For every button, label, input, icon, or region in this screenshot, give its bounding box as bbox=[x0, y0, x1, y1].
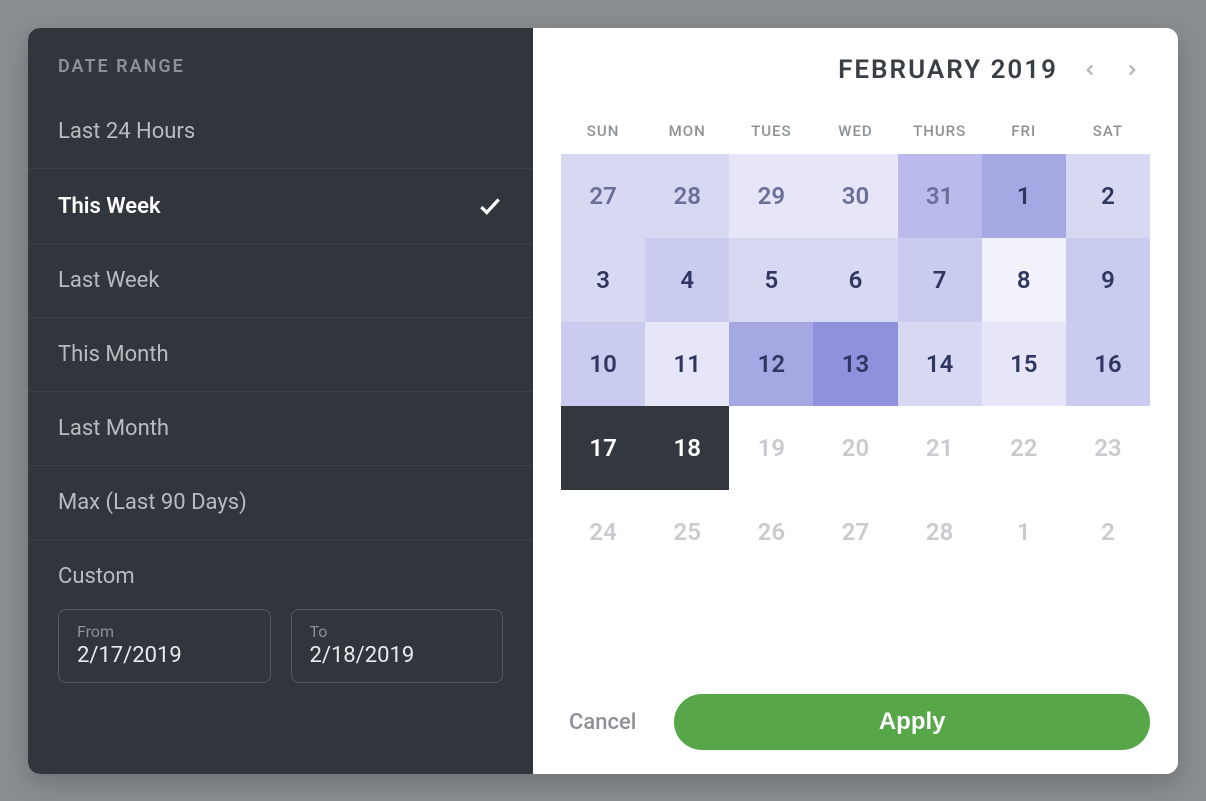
range-item-label: This Week bbox=[58, 194, 161, 219]
calendar-day[interactable]: 4 bbox=[645, 238, 729, 322]
calendar-day[interactable]: 12 bbox=[729, 322, 813, 406]
date-range-dialog: DATE RANGE Last 24 Hours This Week Last We… bbox=[28, 28, 1178, 774]
chevron-left-icon bbox=[1081, 61, 1099, 79]
range-item-label: Last Week bbox=[58, 268, 160, 293]
calendar-day: 19 bbox=[729, 406, 813, 490]
custom-inputs: From 2/17/2019 To 2/18/2019 bbox=[58, 609, 503, 683]
calendar-day: 20 bbox=[813, 406, 897, 490]
range-item-label: Last Month bbox=[58, 416, 169, 441]
from-value: 2/17/2019 bbox=[77, 643, 252, 668]
prev-month-button[interactable] bbox=[1072, 52, 1108, 88]
calendar-day[interactable]: 5 bbox=[729, 238, 813, 322]
calendar-day: 24 bbox=[561, 490, 645, 574]
next-month-button[interactable] bbox=[1114, 52, 1150, 88]
calendar-panel: FEBRUARY 2019 SUNMONTUESWEDTHURSFRISAT 2… bbox=[533, 28, 1178, 774]
calendar-day[interactable]: 3 bbox=[561, 238, 645, 322]
sidebar-title: DATE RANGE bbox=[28, 28, 533, 95]
calendar-title: FEBRUARY 2019 bbox=[838, 55, 1058, 85]
calendar-day: 1 bbox=[982, 490, 1066, 574]
from-label: From bbox=[77, 622, 252, 641]
check-icon bbox=[477, 193, 503, 219]
custom-block: Custom From 2/17/2019 To 2/18/2019 bbox=[28, 540, 533, 707]
range-item[interactable]: Last 24 Hours bbox=[28, 95, 533, 169]
calendar-day[interactable]: 16 bbox=[1066, 322, 1150, 406]
calendar-day[interactable]: 29 bbox=[729, 154, 813, 238]
calendar-day[interactable]: 17 bbox=[561, 406, 645, 490]
day-of-week-label: FRI bbox=[982, 122, 1066, 140]
calendar-day: 27 bbox=[813, 490, 897, 574]
calendar-day: 26 bbox=[729, 490, 813, 574]
chevron-right-icon bbox=[1123, 61, 1141, 79]
calendar-day[interactable]: 13 bbox=[813, 322, 897, 406]
calendar-day: 23 bbox=[1066, 406, 1150, 490]
range-item[interactable]: This Week bbox=[28, 169, 533, 244]
cancel-button[interactable]: Cancel bbox=[561, 710, 644, 735]
calendar-day[interactable]: 11 bbox=[645, 322, 729, 406]
calendar-day[interactable]: 8 bbox=[982, 238, 1066, 322]
calendar-day[interactable]: 31 bbox=[898, 154, 982, 238]
to-value: 2/18/2019 bbox=[310, 643, 485, 668]
calendar-day[interactable]: 2 bbox=[1066, 154, 1150, 238]
day-of-week-label: MON bbox=[645, 122, 729, 140]
day-of-week-label: THURS bbox=[898, 122, 982, 140]
to-label: To bbox=[310, 622, 485, 641]
calendar-day[interactable]: 30 bbox=[813, 154, 897, 238]
range-item[interactable]: Last Month bbox=[28, 392, 533, 466]
calendar-day[interactable]: 28 bbox=[645, 154, 729, 238]
calendar-day[interactable]: 1 bbox=[982, 154, 1066, 238]
day-of-week-label: TUES bbox=[729, 122, 813, 140]
calendar-day[interactable]: 15 bbox=[982, 322, 1066, 406]
calendar-day: 25 bbox=[645, 490, 729, 574]
range-item[interactable]: This Month bbox=[28, 318, 533, 392]
range-item-label: Max (Last 90 Days) bbox=[58, 490, 247, 515]
calendar-day[interactable]: 9 bbox=[1066, 238, 1150, 322]
calendar-header: FEBRUARY 2019 bbox=[561, 52, 1150, 88]
calendar-day[interactable]: 18 bbox=[645, 406, 729, 490]
range-item-label: Last 24 Hours bbox=[58, 119, 195, 144]
day-of-week-label: SAT bbox=[1066, 122, 1150, 140]
range-sidebar: DATE RANGE Last 24 Hours This Week Last We… bbox=[28, 28, 533, 774]
range-item[interactable]: Last Week bbox=[28, 244, 533, 318]
range-list: Last 24 Hours This Week Last Week This Mont… bbox=[28, 95, 533, 540]
to-date-field[interactable]: To 2/18/2019 bbox=[291, 609, 504, 683]
apply-button[interactable]: Apply bbox=[674, 694, 1150, 750]
calendar-day: 21 bbox=[898, 406, 982, 490]
calendar-day[interactable]: 7 bbox=[898, 238, 982, 322]
from-date-field[interactable]: From 2/17/2019 bbox=[58, 609, 271, 683]
day-of-week-label: SUN bbox=[561, 122, 645, 140]
dialog-actions: Cancel Apply bbox=[561, 666, 1150, 750]
calendar-day: 28 bbox=[898, 490, 982, 574]
calendar-grid: 2728293031123456789101112131415161718192… bbox=[561, 154, 1150, 574]
calendar-day[interactable]: 27 bbox=[561, 154, 645, 238]
calendar-day: 22 bbox=[982, 406, 1066, 490]
calendar-day[interactable]: 10 bbox=[561, 322, 645, 406]
calendar-day[interactable]: 14 bbox=[898, 322, 982, 406]
calendar-day[interactable]: 6 bbox=[813, 238, 897, 322]
day-of-week-label: WED bbox=[813, 122, 897, 140]
calendar-day: 2 bbox=[1066, 490, 1150, 574]
range-item-label: This Month bbox=[58, 342, 169, 367]
range-item[interactable]: Max (Last 90 Days) bbox=[28, 466, 533, 540]
custom-label: Custom bbox=[58, 564, 503, 589]
day-of-week-row: SUNMONTUESWEDTHURSFRISAT bbox=[561, 122, 1150, 140]
